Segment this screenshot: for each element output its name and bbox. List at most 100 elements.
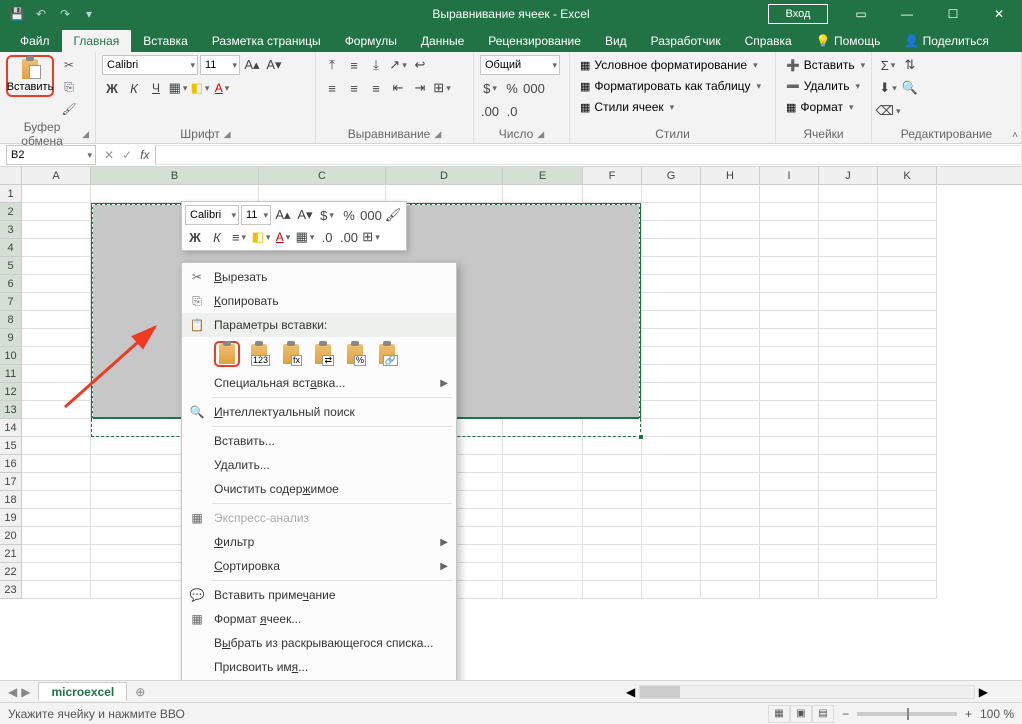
orientation-icon[interactable]: ↗: [388, 55, 408, 75]
cell[interactable]: [22, 563, 91, 581]
cell[interactable]: [642, 347, 701, 365]
cell[interactable]: [878, 491, 937, 509]
cell[interactable]: [819, 239, 878, 257]
sheet-tab-active[interactable]: microexcel: [38, 682, 127, 701]
cell[interactable]: [503, 509, 583, 527]
cell[interactable]: [642, 473, 701, 491]
close-button[interactable]: ✕: [976, 0, 1022, 28]
tab-developer[interactable]: Разработчик: [639, 30, 733, 52]
cm-clear[interactable]: Очистить содержимое: [182, 477, 456, 501]
mini-size-combo[interactable]: 11: [241, 205, 271, 225]
align-launcher-icon[interactable]: ◢: [434, 129, 441, 140]
insert-cells-button[interactable]: ➕ Вставить: [782, 55, 869, 75]
mini-dec-decimal-icon[interactable]: .0: [317, 227, 337, 247]
tab-insert[interactable]: Вставка: [131, 30, 200, 52]
number-format-combo[interactable]: Общий: [480, 55, 560, 75]
increase-decimal-icon[interactable]: .00: [480, 101, 500, 121]
find-icon[interactable]: 🔍: [900, 78, 920, 98]
cell[interactable]: [878, 203, 937, 221]
cell[interactable]: [878, 293, 937, 311]
col-header-D[interactable]: D: [386, 167, 503, 184]
cell[interactable]: [878, 365, 937, 383]
mini-format-painter-icon[interactable]: 🖌: [383, 205, 403, 225]
cell[interactable]: [22, 257, 91, 275]
cell[interactable]: [642, 401, 701, 419]
tab-layout[interactable]: Разметка страницы: [200, 30, 333, 52]
cell[interactable]: [22, 239, 91, 257]
cell[interactable]: [760, 383, 819, 401]
mini-align-icon[interactable]: ≡: [229, 227, 249, 247]
cell[interactable]: [819, 293, 878, 311]
cm-paste-special[interactable]: Специальная вставка...▶: [182, 371, 456, 395]
paste-option-link[interactable]: 🔗: [374, 341, 400, 367]
comma-icon[interactable]: 000: [524, 78, 544, 98]
row-header-23[interactable]: 23: [0, 581, 22, 599]
tab-data[interactable]: Данные: [409, 30, 476, 52]
cell[interactable]: [760, 365, 819, 383]
cell[interactable]: [760, 545, 819, 563]
normal-view-icon[interactable]: ▦: [768, 705, 790, 723]
cell[interactable]: [878, 275, 937, 293]
cell[interactable]: [22, 275, 91, 293]
cell[interactable]: [701, 221, 760, 239]
cell[interactable]: [819, 203, 878, 221]
mini-comma-icon[interactable]: 000: [361, 205, 381, 225]
col-header-G[interactable]: G: [642, 167, 701, 184]
paste-option-all[interactable]: [214, 341, 240, 367]
tab-tell-me[interactable]: 💡 Помощь: [804, 30, 893, 52]
cell[interactable]: [642, 527, 701, 545]
cell[interactable]: [701, 509, 760, 527]
cell[interactable]: [760, 437, 819, 455]
cell[interactable]: [583, 491, 642, 509]
cell[interactable]: [22, 419, 91, 437]
cell[interactable]: [503, 545, 583, 563]
cell[interactable]: [701, 437, 760, 455]
tab-home[interactable]: Главная: [62, 30, 132, 52]
cm-smart-lookup[interactable]: 🔍Интеллектуальный поиск: [182, 400, 456, 424]
delete-cells-button[interactable]: ➖ Удалить: [782, 76, 864, 96]
cell[interactable]: [819, 455, 878, 473]
row-header-17[interactable]: 17: [0, 473, 22, 491]
save-icon[interactable]: 💾: [6, 3, 28, 25]
cell[interactable]: [503, 473, 583, 491]
enter-formula-icon[interactable]: ✓: [122, 148, 132, 162]
decrease-indent-icon[interactable]: ⇤: [388, 78, 408, 98]
cell[interactable]: [819, 221, 878, 239]
undo-icon[interactable]: ↶: [30, 3, 52, 25]
cell[interactable]: [583, 581, 642, 599]
cell[interactable]: [760, 455, 819, 473]
cell[interactable]: [701, 185, 760, 203]
row-header-8[interactable]: 8: [0, 311, 22, 329]
cell[interactable]: [878, 473, 937, 491]
format-cells-button[interactable]: ▦ Формат: [782, 97, 858, 117]
cell[interactable]: [701, 455, 760, 473]
cut-icon[interactable]: ✂: [58, 55, 80, 75]
cm-copy[interactable]: ⎘Копировать: [182, 289, 456, 313]
cell[interactable]: [642, 185, 701, 203]
cell[interactable]: [878, 509, 937, 527]
cell[interactable]: [760, 203, 819, 221]
cell[interactable]: [878, 545, 937, 563]
cell[interactable]: [819, 419, 878, 437]
cell[interactable]: [642, 509, 701, 527]
cell[interactable]: [878, 221, 937, 239]
cell[interactable]: [819, 311, 878, 329]
cell[interactable]: [819, 185, 878, 203]
cell[interactable]: [642, 437, 701, 455]
page-break-view-icon[interactable]: ▤: [812, 705, 834, 723]
cell[interactable]: [878, 563, 937, 581]
row-header-13[interactable]: 13: [0, 401, 22, 419]
zoom-slider[interactable]: [857, 712, 957, 716]
cell[interactable]: [819, 401, 878, 419]
format-as-table-button[interactable]: ▦ Форматировать как таблицу: [576, 76, 765, 96]
row-header-19[interactable]: 19: [0, 509, 22, 527]
cell[interactable]: [701, 419, 760, 437]
cell[interactable]: [22, 527, 91, 545]
hscroll-left-icon[interactable]: ◀: [622, 685, 639, 699]
zoom-out-icon[interactable]: −: [842, 707, 849, 721]
cell[interactable]: [583, 563, 642, 581]
cell[interactable]: [642, 293, 701, 311]
cell[interactable]: [22, 329, 91, 347]
cell[interactable]: [642, 203, 701, 221]
cell[interactable]: [642, 275, 701, 293]
